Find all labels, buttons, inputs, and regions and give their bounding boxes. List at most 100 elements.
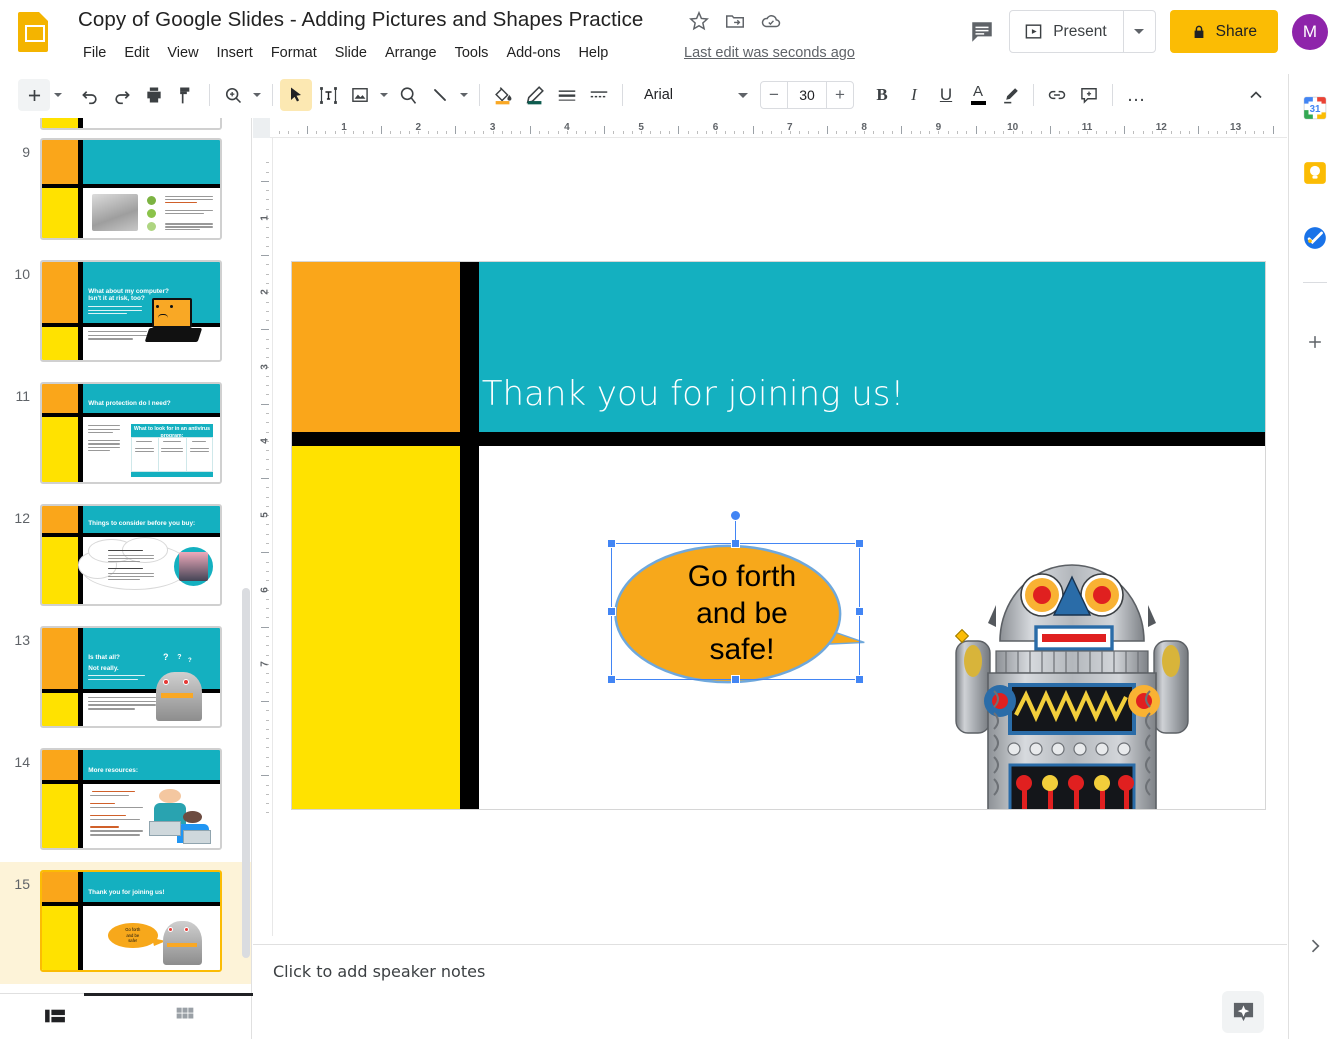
present-dropdown-button[interactable] xyxy=(1123,11,1155,52)
italic-button[interactable]: I xyxy=(898,79,930,111)
speech-bubble-text[interactable]: Go forth and be safe! xyxy=(614,543,870,685)
menu-help[interactable]: Help xyxy=(569,42,617,64)
bold-button[interactable]: B xyxy=(866,79,898,111)
slide-thumbnail-row[interactable]: 14 More resources: xyxy=(0,740,252,862)
insert-image-button[interactable] xyxy=(344,79,376,111)
slide-title-text[interactable]: Thank you for joining us! xyxy=(482,374,904,414)
ruler-tick xyxy=(994,131,995,134)
show-side-panel-button[interactable] xyxy=(1303,934,1327,958)
star-icon[interactable] xyxy=(688,10,710,32)
slide-thumbnail-12[interactable]: Things to consider before you buy: xyxy=(40,504,222,606)
new-slide-dropdown[interactable] xyxy=(50,79,66,111)
google-tasks-icon[interactable] xyxy=(1299,222,1331,254)
menu-addons[interactable]: Add-ons xyxy=(497,42,569,64)
slide-thumbnail-row-selected[interactable]: 15 Thank you for joining us! Go forthand… xyxy=(0,862,252,984)
slide-thumbnail-row[interactable]: 11 What protection do I need? What to lo… xyxy=(0,374,252,496)
vertical-ruler[interactable]: 1234567 xyxy=(253,138,273,936)
decrease-font-size-button[interactable]: − xyxy=(761,82,787,108)
menu-file[interactable]: File xyxy=(74,42,115,64)
horizontal-ruler[interactable]: 12345678910111213 xyxy=(253,118,1287,138)
ruler-tick xyxy=(781,131,782,134)
slide-thumbnail-row[interactable]: 13 Is that all? Not really. ? ? ? xyxy=(0,618,252,740)
avatar[interactable]: M xyxy=(1292,14,1328,50)
menu-tools[interactable]: Tools xyxy=(446,42,498,64)
fill-color-button[interactable] xyxy=(487,79,519,111)
present-button[interactable]: Present xyxy=(1010,11,1122,52)
google-slides-logo[interactable] xyxy=(14,6,54,58)
font-size-input[interactable]: 30 xyxy=(787,82,827,108)
slide-filmstrip[interactable]: 9 Download safely. 10 xyxy=(0,118,252,993)
insert-link-button[interactable] xyxy=(1041,79,1073,111)
insert-comment-button[interactable] xyxy=(1073,79,1105,111)
last-edit-status[interactable]: Last edit was seconds ago xyxy=(684,45,855,61)
insert-image-dropdown[interactable] xyxy=(376,79,392,111)
menu-arrange[interactable]: Arrange xyxy=(376,42,446,64)
filmstrip-view-button[interactable] xyxy=(40,1003,70,1029)
border-dash-button[interactable] xyxy=(583,79,615,111)
slide-editor-canvas[interactable]: 12345678910111213 1234567 Thank you for … xyxy=(253,118,1287,936)
speaker-notes-placeholder[interactable]: Click to add speaker notes xyxy=(273,962,485,981)
document-title[interactable]: Copy of Google Slides - Adding Pictures … xyxy=(78,8,643,32)
slide-thumbnail-13[interactable]: Is that all? Not really. ? ? ? xyxy=(40,626,222,728)
underline-button[interactable]: U xyxy=(930,79,962,111)
menu-edit[interactable]: Edit xyxy=(115,42,158,64)
shape-button[interactable] xyxy=(392,79,424,111)
ruler-tick xyxy=(266,394,269,395)
undo-button[interactable] xyxy=(74,79,106,111)
redo-button[interactable] xyxy=(106,79,138,111)
border-color-button[interactable] xyxy=(519,79,551,111)
slide-thumbnail-row[interactable]: 9 Download safely. xyxy=(0,130,252,252)
menu-slide[interactable]: Slide xyxy=(326,42,376,64)
move-to-folder-icon[interactable] xyxy=(724,10,746,32)
border-weight-button[interactable] xyxy=(551,79,583,111)
slide-thumbnail-row[interactable]: 10 What about my computer? Isn't it at r… xyxy=(0,252,252,374)
more-options-button[interactable]: … xyxy=(1120,79,1152,111)
slide-thumbnail-row[interactable]: 12 Things to consider before you buy: xyxy=(0,496,252,618)
slide-thumbnail-10[interactable]: What about my computer? Isn't it at risk… xyxy=(40,260,222,362)
text-box-button[interactable] xyxy=(312,79,344,111)
main-toolbar: Arial − 30 + B I U A xyxy=(14,74,1276,116)
slide-thumbnail-15[interactable]: Thank you for joining us! Go forthand be… xyxy=(40,870,222,972)
ruler-tick xyxy=(266,617,269,618)
google-calendar-icon[interactable]: 31 xyxy=(1299,92,1331,124)
text-color-button[interactable]: A xyxy=(962,79,994,111)
speaker-notes-pane[interactable]: Click to add speaker notes xyxy=(253,944,1287,1039)
current-slide[interactable]: Thank you for joining us! xyxy=(291,261,1266,810)
ruler-tick xyxy=(266,339,269,340)
font-size-stepper: − 30 + xyxy=(760,81,854,109)
menu-view[interactable]: View xyxy=(158,42,207,64)
ruler-tick xyxy=(266,812,269,813)
collapse-toolbar-button[interactable] xyxy=(1240,79,1272,111)
cloud-saved-icon[interactable] xyxy=(760,10,782,32)
ruler-tick xyxy=(455,126,456,134)
zoom-dropdown[interactable] xyxy=(249,79,265,111)
menu-insert[interactable]: Insert xyxy=(208,42,262,64)
increase-font-size-button[interactable]: + xyxy=(827,82,853,108)
print-button[interactable] xyxy=(138,79,170,111)
new-slide-button[interactable] xyxy=(18,79,50,111)
ruler-tick xyxy=(266,199,269,200)
line-dropdown[interactable] xyxy=(456,79,472,111)
share-button[interactable]: Share xyxy=(1170,10,1278,53)
menu-format[interactable]: Format xyxy=(262,42,326,64)
slide-thumbnail-9[interactable]: Download safely. xyxy=(40,138,222,240)
ruler-tick xyxy=(846,131,847,134)
select-tool-button[interactable] xyxy=(280,79,312,111)
comment-history-icon[interactable] xyxy=(969,19,995,45)
add-addon-icon[interactable] xyxy=(1299,326,1331,358)
line-button[interactable] xyxy=(424,79,456,111)
calendar-glyph: 31 xyxy=(1302,95,1328,121)
speech-bubble-shape[interactable]: Go forth and be safe! xyxy=(614,543,870,685)
zoom-button[interactable] xyxy=(217,79,249,111)
google-keep-icon[interactable] xyxy=(1299,157,1331,189)
slide-thumbnail-11[interactable]: What protection do I need? What to look … xyxy=(40,382,222,484)
robot-image[interactable] xyxy=(944,533,1202,810)
font-family-select[interactable]: Arial xyxy=(636,81,754,109)
paint-format-button[interactable] xyxy=(170,79,202,111)
highlight-color-button[interactable] xyxy=(994,79,1026,111)
filmstrip-scrollbar[interactable] xyxy=(242,588,250,958)
slide-thumbnail-row[interactable] xyxy=(0,118,252,130)
grid-view-button[interactable] xyxy=(170,1003,200,1029)
explore-button[interactable] xyxy=(1222,991,1264,1033)
slide-thumbnail-14[interactable]: More resources: xyxy=(40,748,222,850)
